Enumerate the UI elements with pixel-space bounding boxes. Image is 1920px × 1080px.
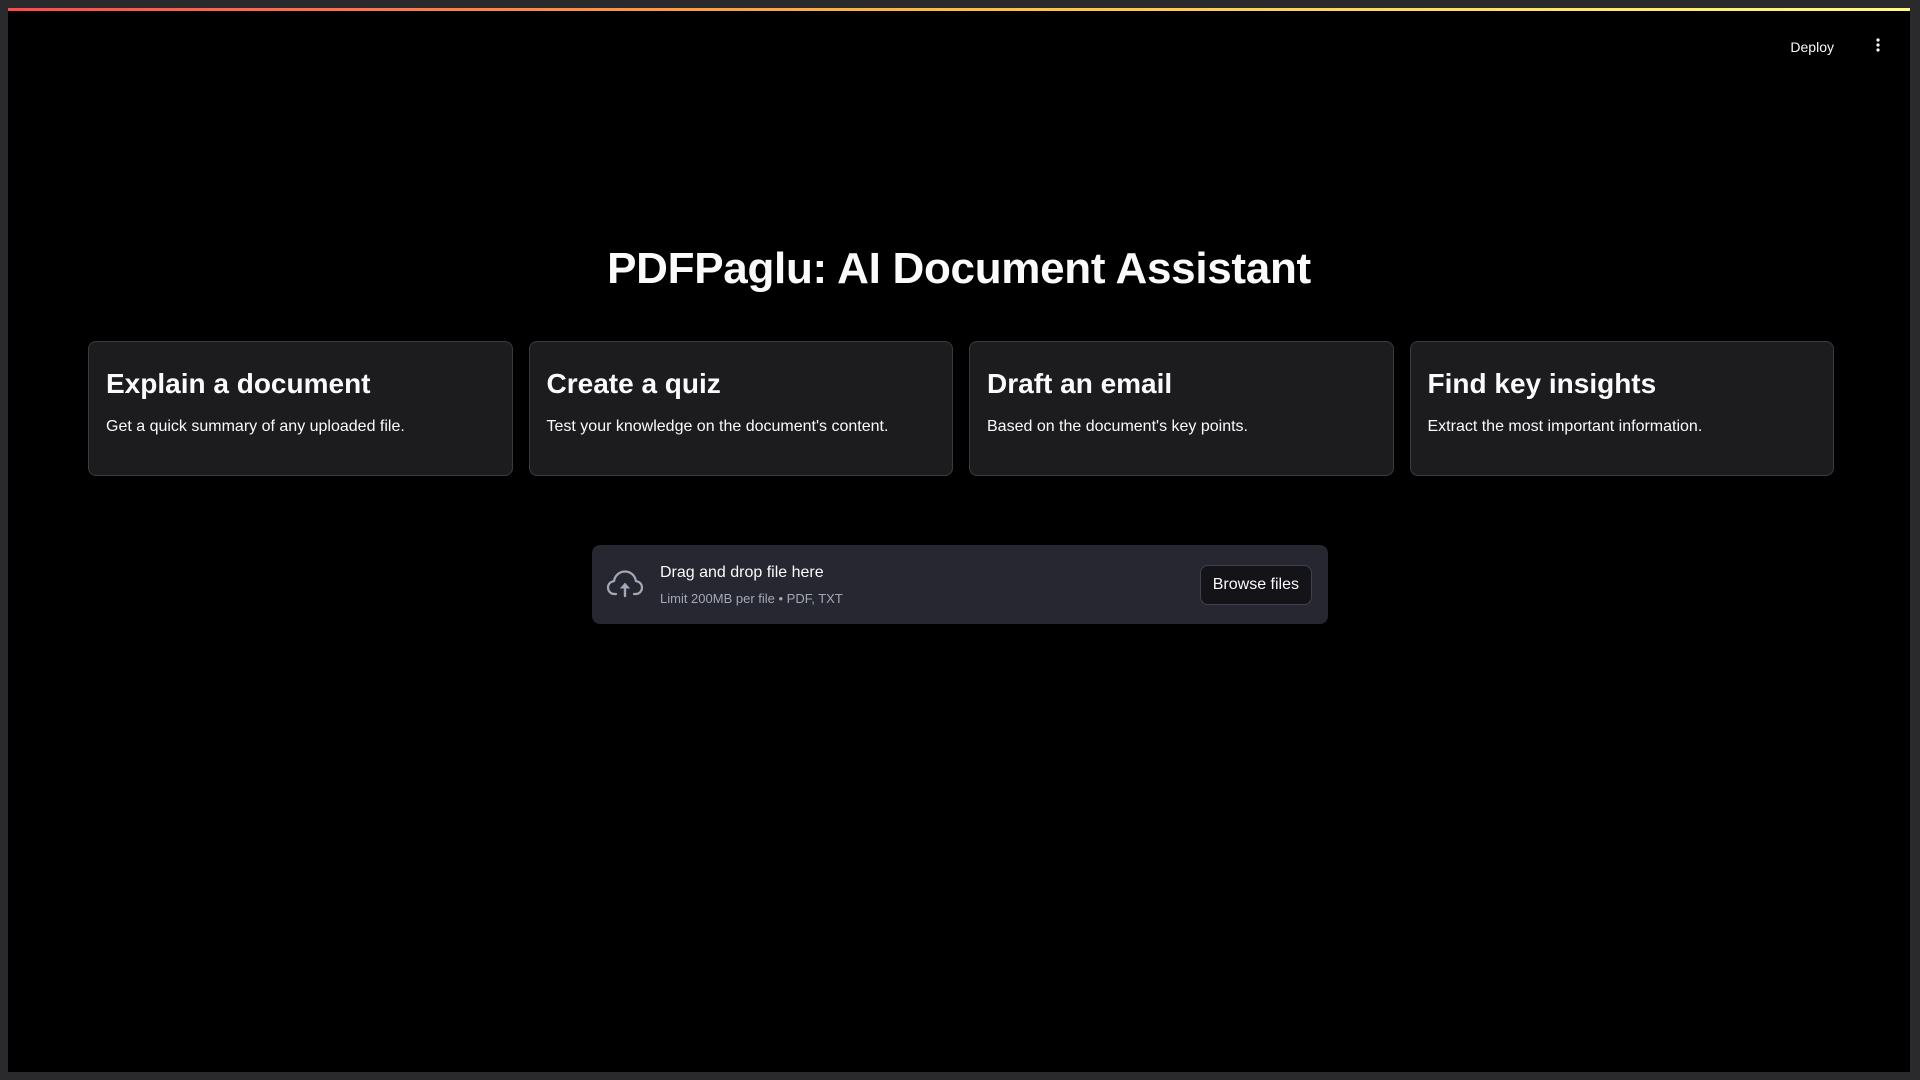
- card-title: Find key insights: [1427, 368, 1657, 399]
- card-description: Based on the document's key points.: [987, 418, 1248, 435]
- card-explain-document[interactable]: Explain a document Get a quick summary o…: [88, 341, 513, 476]
- feature-cards: Explain a document Get a quick summary o…: [88, 341, 1834, 476]
- card-title: Draft an email: [987, 368, 1173, 399]
- more-vertical-icon: [1870, 37, 1886, 58]
- page-title: PDFPaglu: AI Document Assistant: [607, 244, 1311, 293]
- header: Deploy: [8, 11, 1910, 81]
- card-title: Create a quiz: [546, 368, 721, 399]
- card-draft-email[interactable]: Draft an email Based on the document's k…: [969, 341, 1394, 476]
- file-uploader-dropzone[interactable]: Drag and drop file here Limit 200MB per …: [592, 545, 1328, 624]
- card-description: Get a quick summary of any uploaded file…: [106, 418, 405, 435]
- card-find-insights[interactable]: Find key insights Extract the most impor…: [1409, 341, 1834, 476]
- card-title: Explain a document: [106, 368, 371, 399]
- dropzone-limit-text: Limit 200MB per file • PDF, TXT: [660, 591, 843, 606]
- main-menu-button[interactable]: [1862, 31, 1894, 63]
- deploy-button[interactable]: Deploy: [1778, 31, 1846, 63]
- cloud-upload-icon: [606, 567, 644, 601]
- card-description: Test your knowledge on the document's co…: [546, 418, 889, 435]
- card-create-quiz[interactable]: Create a quiz Test your knowledge on the…: [528, 341, 953, 476]
- dropzone-instructions: Drag and drop file here: [660, 564, 824, 581]
- card-description: Extract the most important information.: [1427, 418, 1703, 435]
- app-window: Deploy PDFPaglu: AI Document Assistant E…: [8, 8, 1910, 1072]
- browse-files-button[interactable]: Browse files: [1199, 565, 1312, 605]
